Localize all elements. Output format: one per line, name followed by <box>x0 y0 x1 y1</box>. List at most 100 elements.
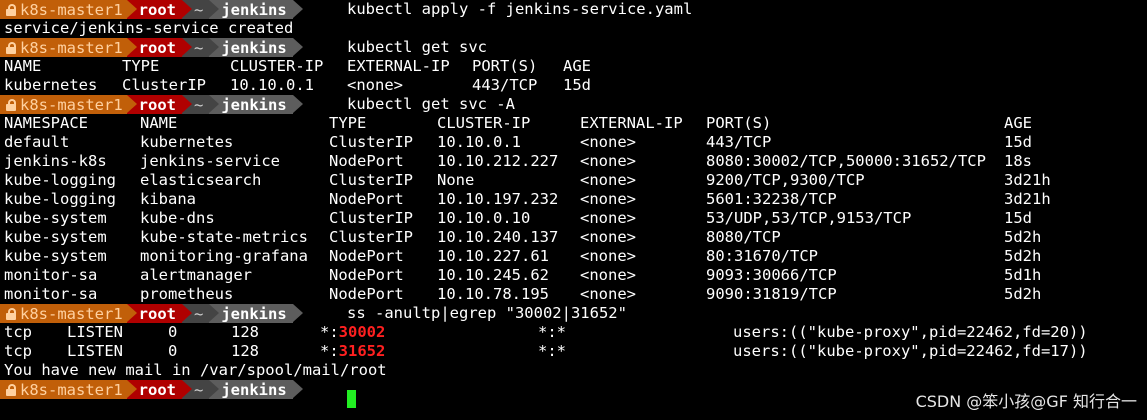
table-cell: None <box>437 171 475 189</box>
prompt-user: root <box>138 304 176 323</box>
table-cell: <none> <box>580 152 636 170</box>
table-header-cell: AGE <box>563 57 591 75</box>
socket-state: LISTEN <box>67 323 123 341</box>
prompt-home: ~ <box>193 38 204 57</box>
socket-peer: *:* <box>538 342 566 360</box>
powerline-arrow-icon <box>126 0 137 18</box>
prompt-host: k8s-master1 <box>20 380 123 399</box>
table-cell: monitor-sa <box>4 266 98 284</box>
table-cell: <none> <box>580 171 636 189</box>
table-header-cell: NAME <box>140 114 178 132</box>
prompt-host-segment: k8s-master1 <box>0 95 137 114</box>
socket-local-address: *:30002 <box>320 323 385 342</box>
table-cell: ClusterIP <box>329 171 413 189</box>
table-cell: <none> <box>580 209 636 227</box>
prompt-host-segment: k8s-master1 <box>0 0 137 19</box>
table-cell: alertmanager <box>140 266 252 284</box>
socket-recvq: 0 <box>168 342 178 360</box>
socket-proto: tcp <box>4 342 32 360</box>
table-cell: 10.10.212.227 <box>437 152 559 170</box>
terminal-cursor[interactable] <box>347 390 356 408</box>
socket-sendq: 128 <box>231 323 259 341</box>
table-cell: 8080/TCP <box>706 228 781 246</box>
socket-proto: tcp <box>4 323 32 341</box>
table-cell: <none> <box>580 228 636 246</box>
powerline-arrow-icon <box>181 304 192 322</box>
lock-icon <box>6 307 16 320</box>
table-cell: 15d <box>1004 209 1032 227</box>
table-cell: 10.10.78.195 <box>437 285 549 303</box>
shell-prompt: k8s-master1 root ~ jenkins <box>0 0 303 19</box>
table-cell: kubernetes <box>4 76 98 94</box>
table-cell: 8080:30002/TCP,50000:31652/TCP <box>706 152 986 170</box>
table-cell: 5d2h <box>1004 228 1042 246</box>
table-cell: jenkins-k8s <box>4 152 107 170</box>
socket-process: users:(("kube-proxy",pid=22462,fd=20)) <box>733 323 1088 341</box>
prompt-dir: jenkins <box>221 95 287 114</box>
prompt-home: ~ <box>193 0 204 19</box>
table-cell: 3d21h <box>1004 171 1051 189</box>
prompt-user: root <box>138 380 176 399</box>
table-cell: <none> <box>580 190 636 208</box>
prompt-home: ~ <box>193 380 204 399</box>
powerline-arrow-icon <box>126 304 137 322</box>
terminal-window[interactable]: k8s-master1 root ~ jenkins kubectl apply -f … <box>0 0 1147 420</box>
prompt-host: k8s-master1 <box>20 95 123 114</box>
command-text: kubectl get svc -A <box>347 95 515 113</box>
powerline-arrow-icon <box>126 38 137 56</box>
prompt-dir-segment: jenkins <box>209 304 303 323</box>
prompt-home: ~ <box>193 304 204 323</box>
powerline-arrow-icon <box>292 380 303 398</box>
table-cell: kibana <box>140 190 196 208</box>
powerline-arrow-icon <box>209 38 220 56</box>
prompt-dir: jenkins <box>221 304 287 323</box>
prompt-host: k8s-master1 <box>20 304 123 323</box>
table-cell: prometheus <box>140 285 234 303</box>
table-cell: 10.10.0.1 <box>437 133 521 151</box>
powerline-arrow-icon <box>209 304 220 322</box>
table-cell: kube-state-metrics <box>140 228 308 246</box>
table-header-cell: NAME <box>4 57 42 75</box>
powerline-arrow-icon <box>181 0 192 18</box>
prompt-dir-segment: jenkins <box>209 95 303 114</box>
prompt-host: k8s-master1 <box>20 0 123 19</box>
table-cell: 10.10.197.232 <box>437 190 559 208</box>
table-cell: 5d2h <box>1004 247 1042 265</box>
lock-icon <box>6 383 16 396</box>
socket-state: LISTEN <box>67 342 123 360</box>
socket-recvq: 0 <box>168 323 178 341</box>
command-output: service/jenkins-service created <box>4 19 294 37</box>
table-cell: <none> <box>580 266 636 284</box>
table-cell: 18s <box>1004 152 1032 170</box>
prompt-dir: jenkins <box>221 380 287 399</box>
table-cell: NodePort <box>329 247 404 265</box>
prompt-home: ~ <box>193 95 204 114</box>
table-cell: 10.10.0.1 <box>230 76 314 94</box>
table-cell: 9090:31819/TCP <box>706 285 837 303</box>
table-header-cell: TYPE <box>329 114 367 132</box>
powerline-arrow-icon <box>209 95 220 113</box>
table-cell: 3d21h <box>1004 190 1051 208</box>
table-cell: kube-system <box>4 228 107 246</box>
table-cell: ClusterIP <box>329 133 413 151</box>
table-cell: monitor-sa <box>4 285 98 303</box>
table-cell: 80:31670/TCP <box>706 247 818 265</box>
powerline-arrow-icon <box>209 380 220 398</box>
table-cell: 9200/TCP,9300/TCP <box>706 171 865 189</box>
table-cell: <none> <box>580 247 636 265</box>
table-cell: 5601:32238/TCP <box>706 190 837 208</box>
socket-local-prefix: *: <box>320 342 339 360</box>
table-cell: 15d <box>563 76 591 94</box>
socket-process: users:(("kube-proxy",pid=22462,fd=17)) <box>733 342 1088 360</box>
csdn-watermark: CSDN @笨小孩@GF 知行合一 <box>915 392 1137 411</box>
table-cell: 443/TCP <box>706 133 772 151</box>
command-text: ss -anultp|egrep "30002|31652" <box>347 304 627 322</box>
prompt-host: k8s-master1 <box>20 38 123 57</box>
lock-icon <box>6 98 16 111</box>
socket-local-address: *:31652 <box>320 342 385 361</box>
table-cell: NodePort <box>329 152 404 170</box>
prompt-host-segment: k8s-master1 <box>0 38 137 57</box>
table-cell: kube-system <box>4 209 107 227</box>
table-cell: NodePort <box>329 285 404 303</box>
table-cell: 10.10.0.10 <box>437 209 531 227</box>
